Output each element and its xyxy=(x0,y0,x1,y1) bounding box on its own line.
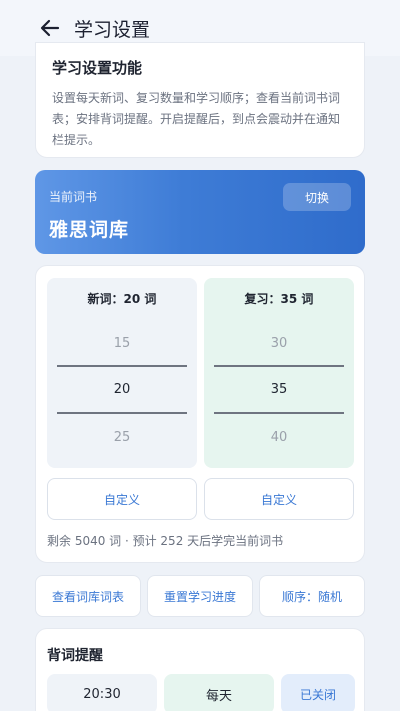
view-word-list-button[interactable]: 查看词库词表 xyxy=(35,575,141,617)
reminder-time-button[interactable]: 20:30 xyxy=(47,674,157,711)
current-book-card: 当前词书 雅思词库 切换 xyxy=(35,170,365,254)
reminder-frequency-button[interactable]: 每天 xyxy=(164,674,274,711)
picker-divider xyxy=(214,412,344,414)
back-arrow-icon[interactable] xyxy=(38,16,62,40)
reset-progress-button[interactable]: 重置学习进度 xyxy=(147,575,253,617)
intro-heading: 学习设置功能 xyxy=(52,59,143,77)
review-words-header: 复习：35 词 xyxy=(244,292,314,306)
remaining-words-text: 剩余 5040 词 · 预计 252 天后学完当前词书 xyxy=(47,534,284,548)
picker-option-selected[interactable]: 35 xyxy=(204,382,354,397)
picker-option-selected[interactable]: 20 xyxy=(47,382,197,397)
new-words-picker[interactable]: 新词：20 词 15 20 25 xyxy=(47,278,197,468)
picker-option[interactable]: 30 xyxy=(204,336,354,351)
custom-new-words-button[interactable]: 自定义 xyxy=(47,478,197,520)
switch-book-button[interactable]: 切换 xyxy=(283,183,351,211)
picker-option[interactable]: 15 xyxy=(47,336,197,351)
page-title: 学习设置 xyxy=(74,18,151,41)
picker-divider xyxy=(214,365,344,367)
picker-option[interactable]: 40 xyxy=(204,430,354,445)
review-words-picker[interactable]: 复习：35 词 30 35 40 xyxy=(204,278,354,468)
custom-review-words-button[interactable]: 自定义 xyxy=(204,478,354,520)
daily-plan-card: 新词：20 词 15 20 25 复习：35 词 30 35 40 自定义 自定… xyxy=(35,265,365,563)
order-toggle-button[interactable]: 顺序：随机 xyxy=(259,575,365,617)
reminder-toggle-button[interactable]: 已关闭 xyxy=(281,674,355,711)
picker-option[interactable]: 25 xyxy=(47,430,197,445)
picker-divider xyxy=(57,412,187,414)
intro-description: 设置每天新词、复习数量和学习顺序；查看当前词书词表；安排背词提醒。开启提醒后，到… xyxy=(52,91,341,147)
reminder-heading: 背词提醒 xyxy=(47,648,103,664)
picker-divider xyxy=(57,365,187,367)
new-words-header: 新词：20 词 xyxy=(87,292,157,306)
reminder-card: 背词提醒 20:30 每天 已关闭 xyxy=(35,628,365,711)
current-book-name: 雅思词库 xyxy=(49,219,130,241)
intro-card: 学习设置功能 设置每天新词、复习数量和学习顺序；查看当前词书词表；安排背词提醒。… xyxy=(35,42,365,158)
